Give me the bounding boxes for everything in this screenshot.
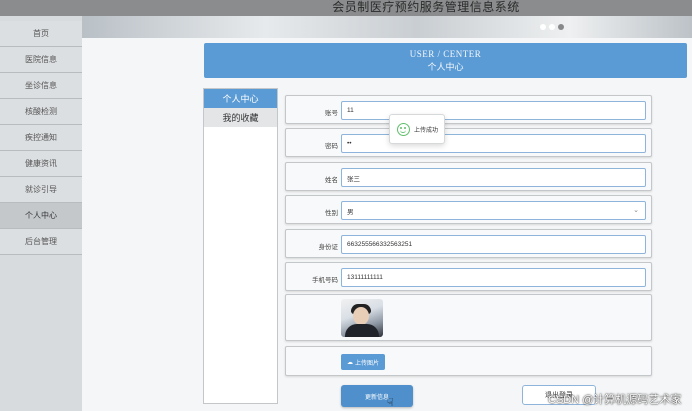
account-label: 账号 xyxy=(325,110,338,117)
sidebar-item-cdc-notice[interactable]: 疾控通知 xyxy=(0,125,82,151)
avatar xyxy=(341,299,383,337)
gender-value: 男 xyxy=(347,208,354,216)
sidebar-item-nucleic-test[interactable]: 核酸检测 xyxy=(0,99,82,125)
banner-carousel xyxy=(82,16,692,38)
password-input[interactable]: •• xyxy=(341,134,646,153)
tab-personal-center[interactable]: 个人中心 xyxy=(204,89,277,108)
sidebar-item-admin[interactable]: 后台管理 xyxy=(0,229,82,255)
account-input[interactable]: 11 xyxy=(341,101,646,120)
page-header: USER / CENTER 个人中心 xyxy=(204,43,687,78)
carousel-dots xyxy=(540,24,564,30)
smile-icon xyxy=(397,122,410,136)
form-row-upload: ☁ 上传图片 xyxy=(285,346,652,376)
id-card-label: 身份证 xyxy=(318,244,339,251)
tab-list: 个人中心 我的收藏 xyxy=(203,88,278,404)
sidebar-nav: 首页 医院信息 坐诊信息 核酸检测 疾控通知 健康资讯 就诊引导 个人中心 后台… xyxy=(0,16,82,411)
app-title: 会员制医疗预约服务管理信息系统 xyxy=(332,0,520,14)
sidebar-item-clinic[interactable]: 坐诊信息 xyxy=(0,73,82,99)
success-toast: 上传成功 xyxy=(389,114,445,144)
toast-message: 上传成功 xyxy=(414,127,439,134)
sidebar-item-visit-guide[interactable]: 就诊引导 xyxy=(0,177,82,203)
password-label: 密码 xyxy=(325,143,338,150)
name-input[interactable]: 张三 xyxy=(341,168,646,187)
mouse-cursor-icon: ☟ xyxy=(387,397,394,409)
sidebar-item-personal-center[interactable]: 个人中心 xyxy=(0,203,82,229)
phone-input[interactable]: 13111111111 xyxy=(341,268,646,287)
form-row-name: 姓名 张三 xyxy=(285,162,652,191)
sidebar-item-hospital[interactable]: 医院信息 xyxy=(0,47,82,73)
phone-label: 手机号码 xyxy=(312,277,338,284)
update-info-button[interactable]: 更新信息 xyxy=(341,385,413,407)
watermark: CSDN @计算机源码艺术家 xyxy=(548,394,682,406)
profile-form: 账号 11 密码 •• 姓名 张三 性别 男 ⌄ 身份证 66325556633… xyxy=(285,95,652,411)
carousel-dot[interactable] xyxy=(540,24,546,30)
carousel-dot[interactable] xyxy=(549,24,555,30)
name-label: 姓名 xyxy=(325,177,338,184)
form-row-id-card: 身份证 663255566332563251 xyxy=(285,229,652,258)
upload-image-button[interactable]: ☁ 上传图片 xyxy=(341,354,385,370)
upload-image-label: 上传图片 xyxy=(354,360,379,367)
page-header-en: USER / CENTER xyxy=(409,49,482,59)
tab-favorites[interactable]: 我的收藏 xyxy=(204,108,277,127)
form-row-account: 账号 11 xyxy=(285,95,652,124)
id-card-input[interactable]: 663255566332563251 xyxy=(341,235,646,254)
form-row-gender: 性别 男 ⌄ xyxy=(285,195,652,224)
title-bar: 会员制医疗预约服务管理信息系统 xyxy=(0,0,692,16)
sidebar-item-home[interactable]: 首页 xyxy=(0,21,82,47)
form-row-password: 密码 •• xyxy=(285,128,652,157)
chevron-down-icon: ⌄ xyxy=(633,207,639,214)
page-title: 个人中心 xyxy=(427,62,464,72)
carousel-dot[interactable] xyxy=(558,24,564,30)
cloud-upload-icon: ☁ xyxy=(346,359,353,366)
gender-label: 性别 xyxy=(325,210,338,217)
form-row-avatar xyxy=(285,294,652,341)
form-row-phone: 手机号码 13111111111 xyxy=(285,262,652,291)
gender-select[interactable]: 男 ⌄ xyxy=(341,201,646,220)
sidebar-item-health-news[interactable]: 健康资讯 xyxy=(0,151,82,177)
